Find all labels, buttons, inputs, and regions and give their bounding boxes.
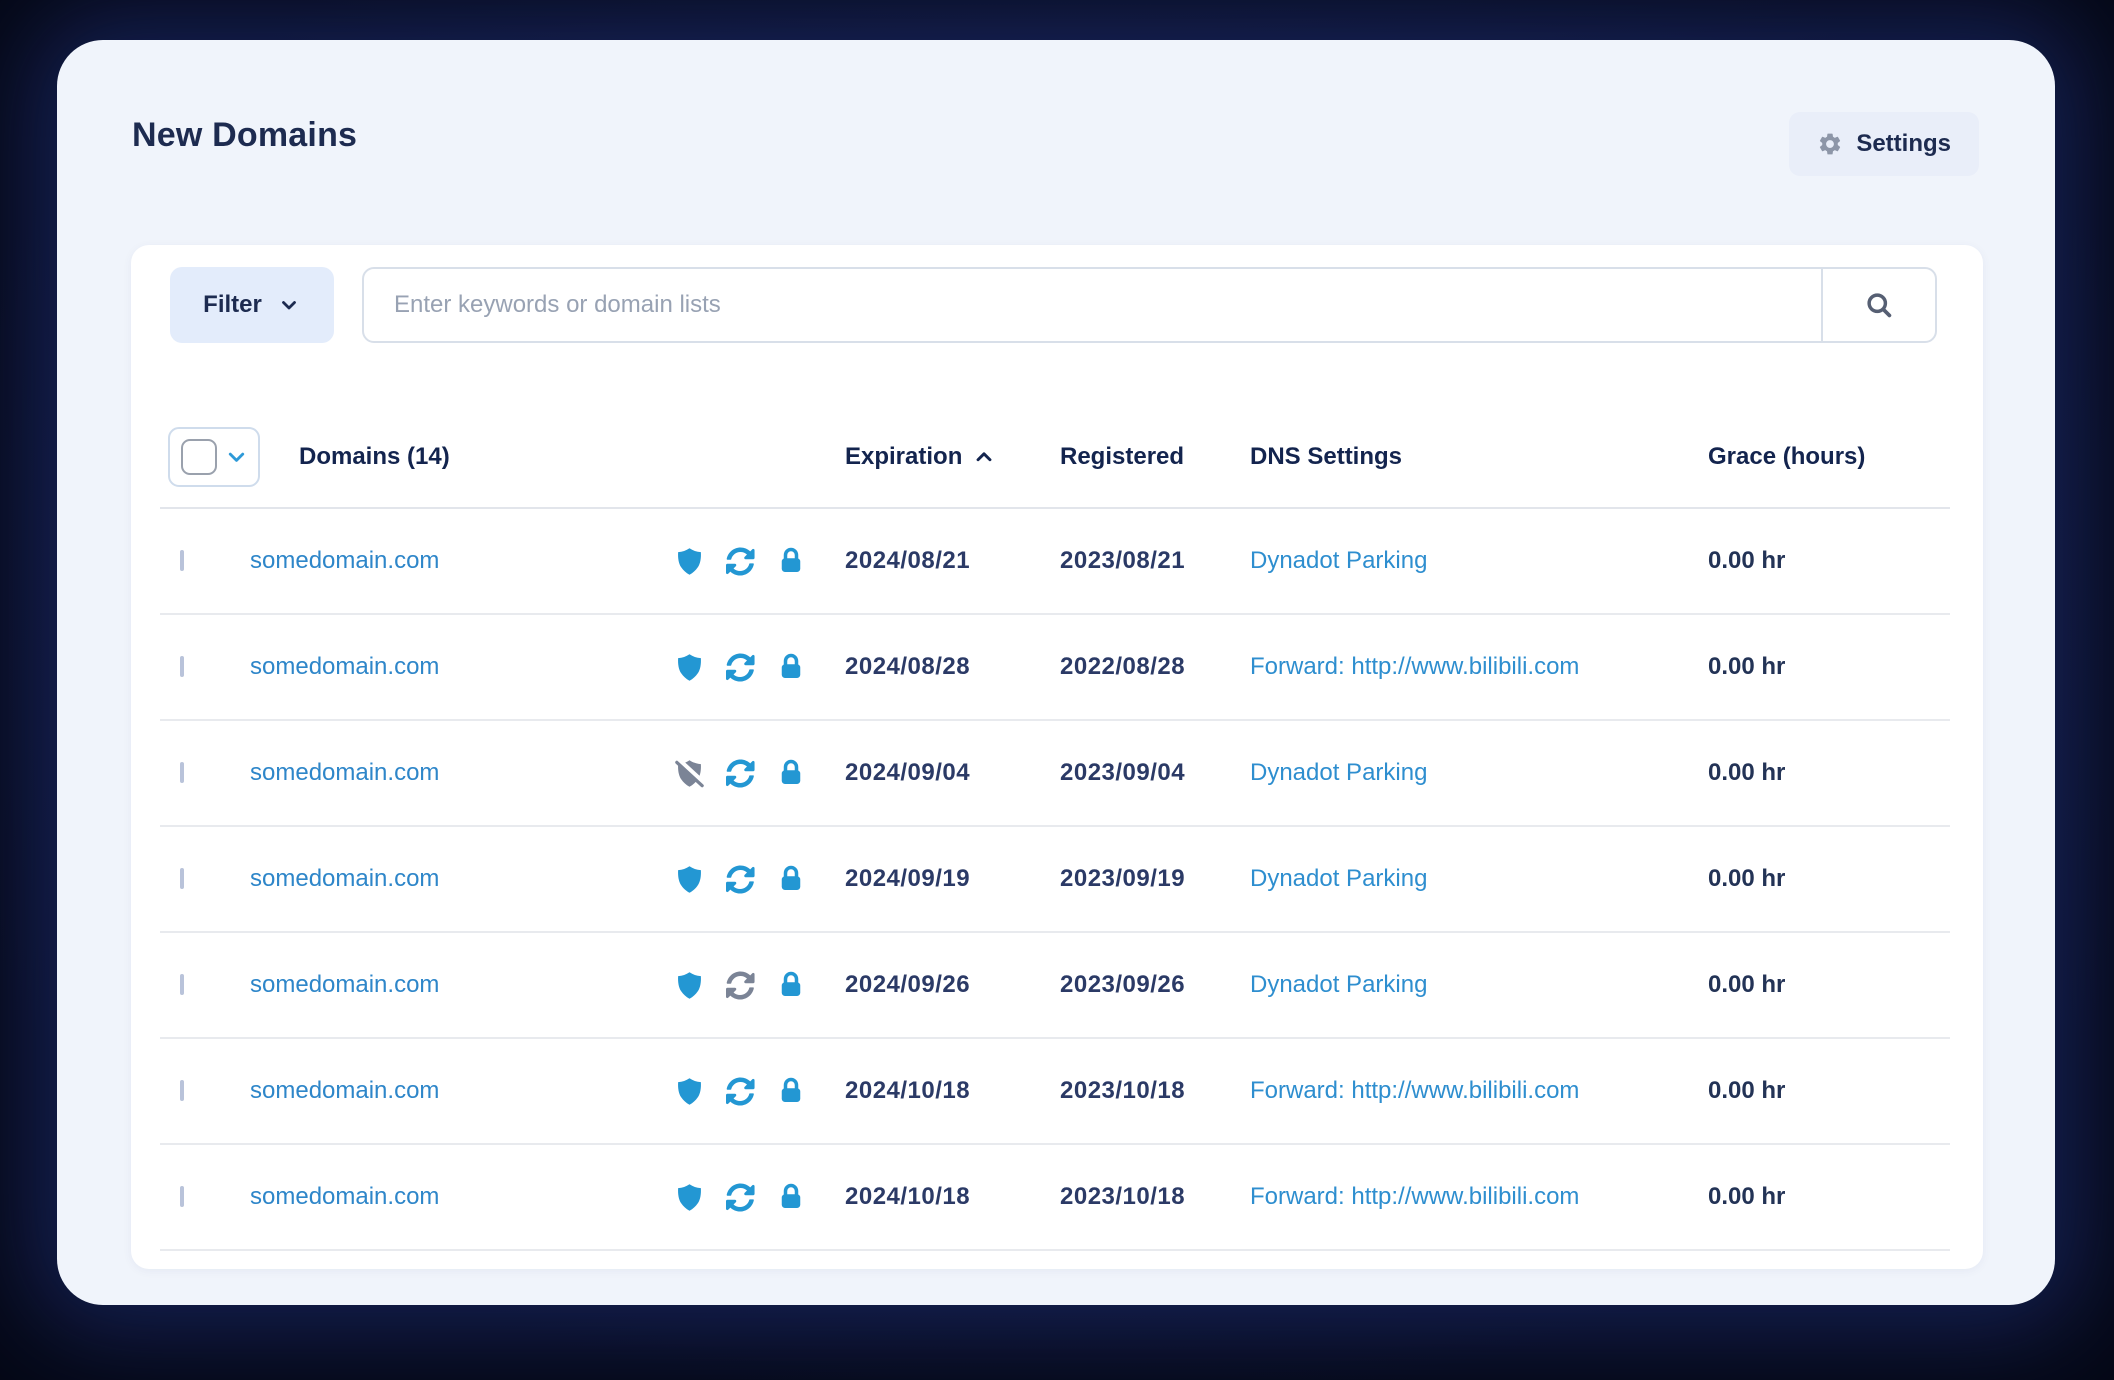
registered-date: 2023/10/18 xyxy=(1060,1077,1186,1104)
registered-date: 2023/09/26 xyxy=(1060,971,1186,998)
domain-link[interactable]: somedomain.com xyxy=(250,653,439,680)
expiration-date: 2024/09/19 xyxy=(845,865,971,892)
registered-date: 2023/09/04 xyxy=(1060,759,1186,786)
column-header-expiration[interactable]: Expiration xyxy=(845,443,1060,471)
lock-icon[interactable] xyxy=(776,1076,806,1106)
table-row: somedomain.com 2024/09/19 2023/09/19 Dyn… xyxy=(160,827,1950,933)
table-row: somedomain.com 2024/09/04 2023/09/04 Dyn… xyxy=(160,721,1950,827)
lock-icon[interactable] xyxy=(776,546,806,576)
select-all-cell xyxy=(160,427,260,487)
dns-settings-link[interactable]: Dynadot Parking xyxy=(1250,547,1427,574)
auto-renew-icon[interactable] xyxy=(726,758,755,788)
grace-hours: 0.00 hr xyxy=(1708,971,1786,998)
expiration-date: 2024/08/21 xyxy=(845,547,971,574)
grace-hours: 0.00 hr xyxy=(1708,759,1786,786)
privacy-shield-icon[interactable] xyxy=(674,652,705,683)
row-checkbox[interactable] xyxy=(180,550,184,571)
column-header-dns: DNS Settings xyxy=(1250,443,1403,470)
table-row: somedomain.com 2024/09/26 2023/09/26 Dyn… xyxy=(160,933,1950,1039)
dns-settings-link[interactable]: Dynadot Parking xyxy=(1250,759,1427,786)
dns-settings-link[interactable]: Dynadot Parking xyxy=(1250,971,1427,998)
dns-settings-link[interactable]: Dynadot Parking xyxy=(1250,865,1427,892)
lock-icon[interactable] xyxy=(776,1182,806,1212)
row-checkbox[interactable] xyxy=(180,868,184,889)
privacy-shield-icon[interactable] xyxy=(674,970,705,1001)
lock-icon[interactable] xyxy=(776,652,806,682)
lock-icon[interactable] xyxy=(776,758,806,788)
domains-card: Filter Enter keywords or domain lists Do… xyxy=(131,245,1983,1269)
grace-hours: 0.00 hr xyxy=(1708,1077,1786,1104)
domain-link[interactable]: somedomain.com xyxy=(250,547,439,574)
auto-renew-icon[interactable] xyxy=(726,652,755,682)
select-all-control[interactable] xyxy=(168,427,260,487)
row-checkbox[interactable] xyxy=(180,974,184,995)
lock-icon[interactable] xyxy=(776,864,806,894)
table-row: somedomain.com 2024/08/28 2022/08/28 For… xyxy=(160,615,1950,721)
chevron-down-icon[interactable] xyxy=(225,446,248,469)
expiration-date: 2024/10/18 xyxy=(845,1077,971,1104)
row-checkbox[interactable] xyxy=(180,656,184,677)
chevron-down-icon xyxy=(277,293,301,317)
table-row: somedomain.com 2024/08/21 2023/08/21 Dyn… xyxy=(160,509,1950,615)
auto-renew-icon[interactable] xyxy=(726,1182,755,1212)
dns-settings-link[interactable]: Forward: http://www.bilibili.com xyxy=(1250,1183,1579,1210)
dns-settings-link[interactable]: Forward: http://www.bilibili.com xyxy=(1250,1077,1579,1104)
page-title: New Domains xyxy=(132,116,358,154)
table-header-row: Domains (14) Expiration Registered DNS S… xyxy=(160,407,1950,509)
table-row: somedomain.com 2024/10/18 2023/10/18 For… xyxy=(160,1039,1950,1145)
settings-button-label: Settings xyxy=(1856,130,1951,157)
search-button[interactable] xyxy=(1821,269,1935,341)
row-checkbox[interactable] xyxy=(180,762,184,783)
column-header-domains: Domains (14) xyxy=(299,443,450,470)
column-header-grace: Grace (hours) xyxy=(1708,443,1866,470)
filter-button-label: Filter xyxy=(203,291,262,318)
auto-renew-icon[interactable] xyxy=(726,864,755,894)
domain-link[interactable]: somedomain.com xyxy=(250,1183,439,1210)
registered-date: 2023/09/19 xyxy=(1060,865,1186,892)
table-body: somedomain.com 2024/08/21 2023/08/21 Dyn… xyxy=(160,509,1950,1251)
page: { "colors": { "outer_background": "#070b… xyxy=(0,0,2114,1380)
privacy-shield-icon[interactable] xyxy=(674,546,705,577)
filter-button[interactable]: Filter xyxy=(170,267,334,343)
registered-date: 2023/10/18 xyxy=(1060,1183,1186,1210)
lock-icon[interactable] xyxy=(776,970,806,1000)
expiration-date: 2024/08/28 xyxy=(845,653,971,680)
domain-link[interactable]: somedomain.com xyxy=(250,759,439,786)
row-checkbox[interactable] xyxy=(180,1080,184,1101)
row-checkbox[interactable] xyxy=(180,1186,184,1207)
privacy-shield-icon[interactable] xyxy=(674,1182,705,1213)
registered-date: 2022/08/28 xyxy=(1060,653,1186,680)
grace-hours: 0.00 hr xyxy=(1708,865,1786,892)
gear-icon xyxy=(1817,131,1843,157)
domain-link[interactable]: somedomain.com xyxy=(250,971,439,998)
privacy-shield-icon[interactable] xyxy=(674,864,705,895)
expiration-date: 2024/10/18 xyxy=(845,1183,971,1210)
settings-button[interactable]: Settings xyxy=(1789,112,1979,176)
toolbar: Filter xyxy=(170,267,1937,343)
chevron-up-icon xyxy=(973,446,995,468)
select-all-checkbox[interactable] xyxy=(180,439,217,475)
grace-hours: 0.00 hr xyxy=(1708,1183,1786,1210)
auto-renew-icon[interactable] xyxy=(726,1076,755,1106)
auto-renew-icon[interactable] xyxy=(726,970,755,1000)
registered-date: 2023/08/21 xyxy=(1060,547,1186,574)
domain-link[interactable]: somedomain.com xyxy=(250,1077,439,1104)
expiration-date: 2024/09/26 xyxy=(845,971,971,998)
column-header-registered: Registered xyxy=(1060,443,1185,470)
table-row: somedomain.com 2024/10/18 2023/10/18 For… xyxy=(160,1145,1950,1251)
grace-hours: 0.00 hr xyxy=(1708,653,1786,680)
privacy-shield-icon[interactable] xyxy=(674,757,705,789)
magnifier-icon xyxy=(1863,289,1895,321)
search-input[interactable] xyxy=(364,269,1821,341)
auto-renew-icon[interactable] xyxy=(726,546,755,576)
grace-hours: 0.00 hr xyxy=(1708,547,1786,574)
main-panel: New Domains Settings Filter Enter keywor… xyxy=(57,40,2055,1305)
privacy-shield-icon[interactable] xyxy=(674,1076,705,1107)
search-control xyxy=(362,267,1937,343)
domains-table: Domains (14) Expiration Registered DNS S… xyxy=(160,407,1950,1251)
domain-link[interactable]: somedomain.com xyxy=(250,865,439,892)
dns-settings-link[interactable]: Forward: http://www.bilibili.com xyxy=(1250,653,1579,680)
expiration-date: 2024/09/04 xyxy=(845,759,971,786)
